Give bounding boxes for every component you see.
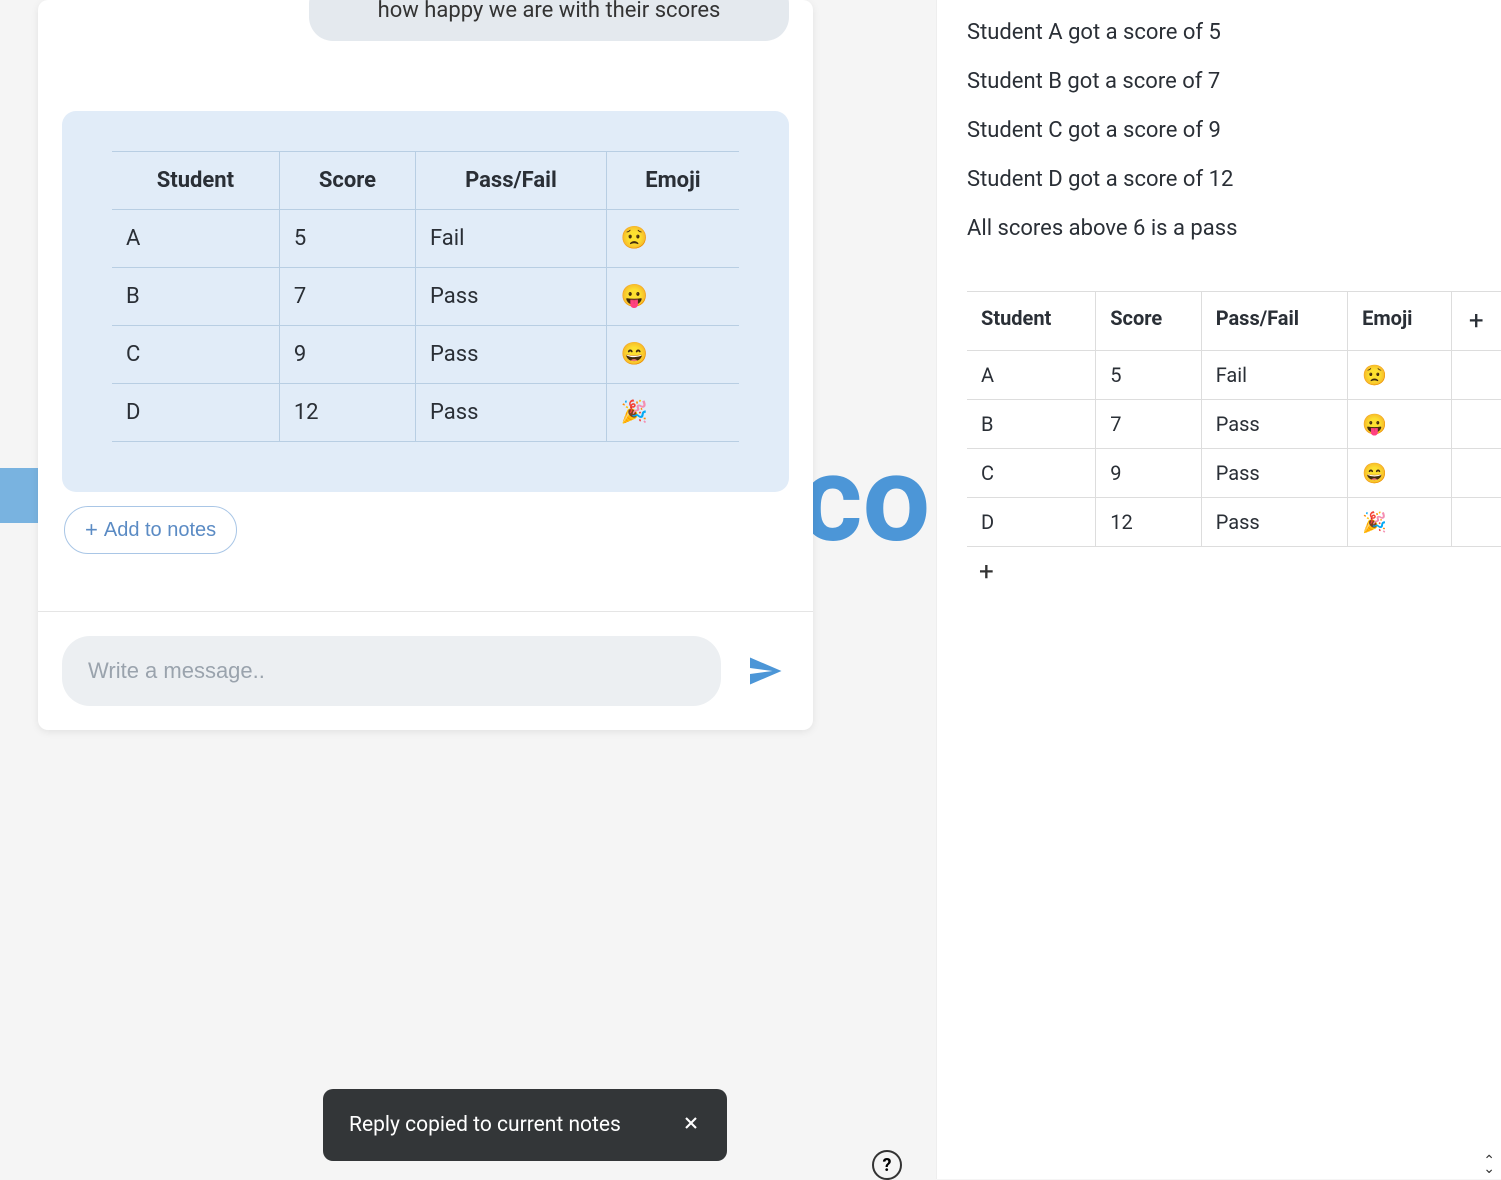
cell-student: D bbox=[112, 384, 279, 442]
toast-close-button[interactable] bbox=[681, 1111, 701, 1139]
message-input[interactable] bbox=[62, 636, 721, 706]
cell-score: 12 bbox=[279, 384, 415, 442]
col-passfail: Pass/Fail bbox=[416, 152, 607, 210]
close-icon bbox=[681, 1113, 701, 1133]
note-line[interactable]: Student D got a score of 12 bbox=[967, 167, 1501, 192]
notes-panel: Student A got a score of 5 Student B got… bbox=[936, 0, 1501, 1179]
table-row: B 7 Pass 😛 bbox=[967, 400, 1501, 449]
cell-empty[interactable] bbox=[1451, 351, 1501, 400]
note-line[interactable]: Student A got a score of 5 bbox=[967, 20, 1501, 45]
cell-emoji: 😟 bbox=[606, 210, 739, 268]
table-header-row: Student Score Pass/Fail Emoji + bbox=[967, 292, 1501, 351]
toast-message: Reply copied to current notes bbox=[349, 1113, 621, 1137]
chat-input-row bbox=[38, 612, 813, 730]
cell-score: 9 bbox=[279, 326, 415, 384]
toast-notification: Reply copied to current notes bbox=[323, 1089, 727, 1161]
cell-student: C bbox=[112, 326, 279, 384]
cell-student[interactable]: A bbox=[967, 351, 1096, 400]
table-row: C 9 Pass 😄 bbox=[967, 449, 1501, 498]
cell-passfail: Pass bbox=[416, 268, 607, 326]
help-icon: ? bbox=[883, 1155, 892, 1176]
notes-table: Student Score Pass/Fail Emoji + A 5 Fail… bbox=[967, 291, 1501, 547]
accent-strip bbox=[0, 468, 40, 523]
cell-empty[interactable] bbox=[1451, 498, 1501, 547]
add-to-notes-label: Add to notes bbox=[104, 519, 216, 542]
table-row: B 7 Pass 😛 bbox=[112, 268, 739, 326]
help-button[interactable]: ? bbox=[872, 1150, 902, 1180]
cell-emoji: 😄 bbox=[606, 326, 739, 384]
table-header-row: Student Score Pass/Fail Emoji bbox=[112, 152, 739, 210]
add-row-button[interactable]: + bbox=[967, 547, 1501, 597]
plus-icon: + bbox=[85, 517, 98, 543]
chevron-down-icon: ⌄ bbox=[1483, 1165, 1495, 1173]
send-button[interactable] bbox=[741, 647, 789, 695]
cell-emoji[interactable]: 😟 bbox=[1348, 351, 1451, 400]
cell-passfail[interactable]: Pass bbox=[1201, 400, 1347, 449]
cell-score[interactable]: 5 bbox=[1096, 351, 1201, 400]
table-row: D 12 Pass 🎉 bbox=[112, 384, 739, 442]
col-emoji: Emoji bbox=[606, 152, 739, 210]
cell-score: 5 bbox=[279, 210, 415, 268]
cell-empty[interactable] bbox=[1451, 449, 1501, 498]
cell-emoji[interactable]: 🎉 bbox=[1348, 498, 1451, 547]
table-row: C 9 Pass 😄 bbox=[112, 326, 739, 384]
cell-passfail: Pass bbox=[416, 326, 607, 384]
score-table: Student Score Pass/Fail Emoji A 5 Fail 😟 bbox=[112, 151, 739, 442]
user-message-text: how happy we are with their scores bbox=[337, 0, 761, 23]
cell-passfail: Fail bbox=[416, 210, 607, 268]
col-student: Student bbox=[112, 152, 279, 210]
add-column-button[interactable]: + bbox=[1451, 292, 1501, 351]
col-student[interactable]: Student bbox=[967, 292, 1096, 351]
cell-student: B bbox=[112, 268, 279, 326]
cell-score: 7 bbox=[279, 268, 415, 326]
col-score[interactable]: Score bbox=[1096, 292, 1201, 351]
cell-student[interactable]: D bbox=[967, 498, 1096, 547]
cell-student[interactable]: B bbox=[967, 400, 1096, 449]
cell-score[interactable]: 7 bbox=[1096, 400, 1201, 449]
ai-response-card: Student Score Pass/Fail Emoji A 5 Fail 😟 bbox=[62, 111, 789, 492]
cell-passfail: Pass bbox=[416, 384, 607, 442]
send-icon bbox=[747, 653, 783, 689]
col-score: Score bbox=[279, 152, 415, 210]
note-line[interactable]: Student C got a score of 9 bbox=[967, 118, 1501, 143]
table-row: A 5 Fail 😟 bbox=[112, 210, 739, 268]
cell-emoji[interactable]: 😄 bbox=[1348, 449, 1451, 498]
note-line[interactable]: Student B got a score of 7 bbox=[967, 69, 1501, 94]
cell-student[interactable]: C bbox=[967, 449, 1096, 498]
col-emoji[interactable]: Emoji bbox=[1348, 292, 1451, 351]
user-message-bubble: how happy we are with their scores bbox=[309, 0, 789, 41]
note-line[interactable]: All scores above 6 is a pass bbox=[967, 216, 1501, 241]
cell-passfail[interactable]: Fail bbox=[1201, 351, 1347, 400]
cell-score[interactable]: 9 bbox=[1096, 449, 1201, 498]
cell-score[interactable]: 12 bbox=[1096, 498, 1201, 547]
table-row: A 5 Fail 😟 bbox=[967, 351, 1501, 400]
cell-emoji: 😛 bbox=[606, 268, 739, 326]
cell-empty[interactable] bbox=[1451, 400, 1501, 449]
col-passfail[interactable]: Pass/Fail bbox=[1201, 292, 1347, 351]
cell-emoji[interactable]: 😛 bbox=[1348, 400, 1451, 449]
chat-panel: how happy we are with their scores Stude… bbox=[38, 0, 813, 730]
cell-passfail[interactable]: Pass bbox=[1201, 449, 1347, 498]
add-to-notes-button[interactable]: + Add to notes bbox=[64, 506, 237, 554]
resize-handle[interactable]: ⌃ ⌄ bbox=[1483, 1157, 1495, 1173]
cell-emoji: 🎉 bbox=[606, 384, 739, 442]
table-row: D 12 Pass 🎉 bbox=[967, 498, 1501, 547]
cell-student: A bbox=[112, 210, 279, 268]
cell-passfail[interactable]: Pass bbox=[1201, 498, 1347, 547]
